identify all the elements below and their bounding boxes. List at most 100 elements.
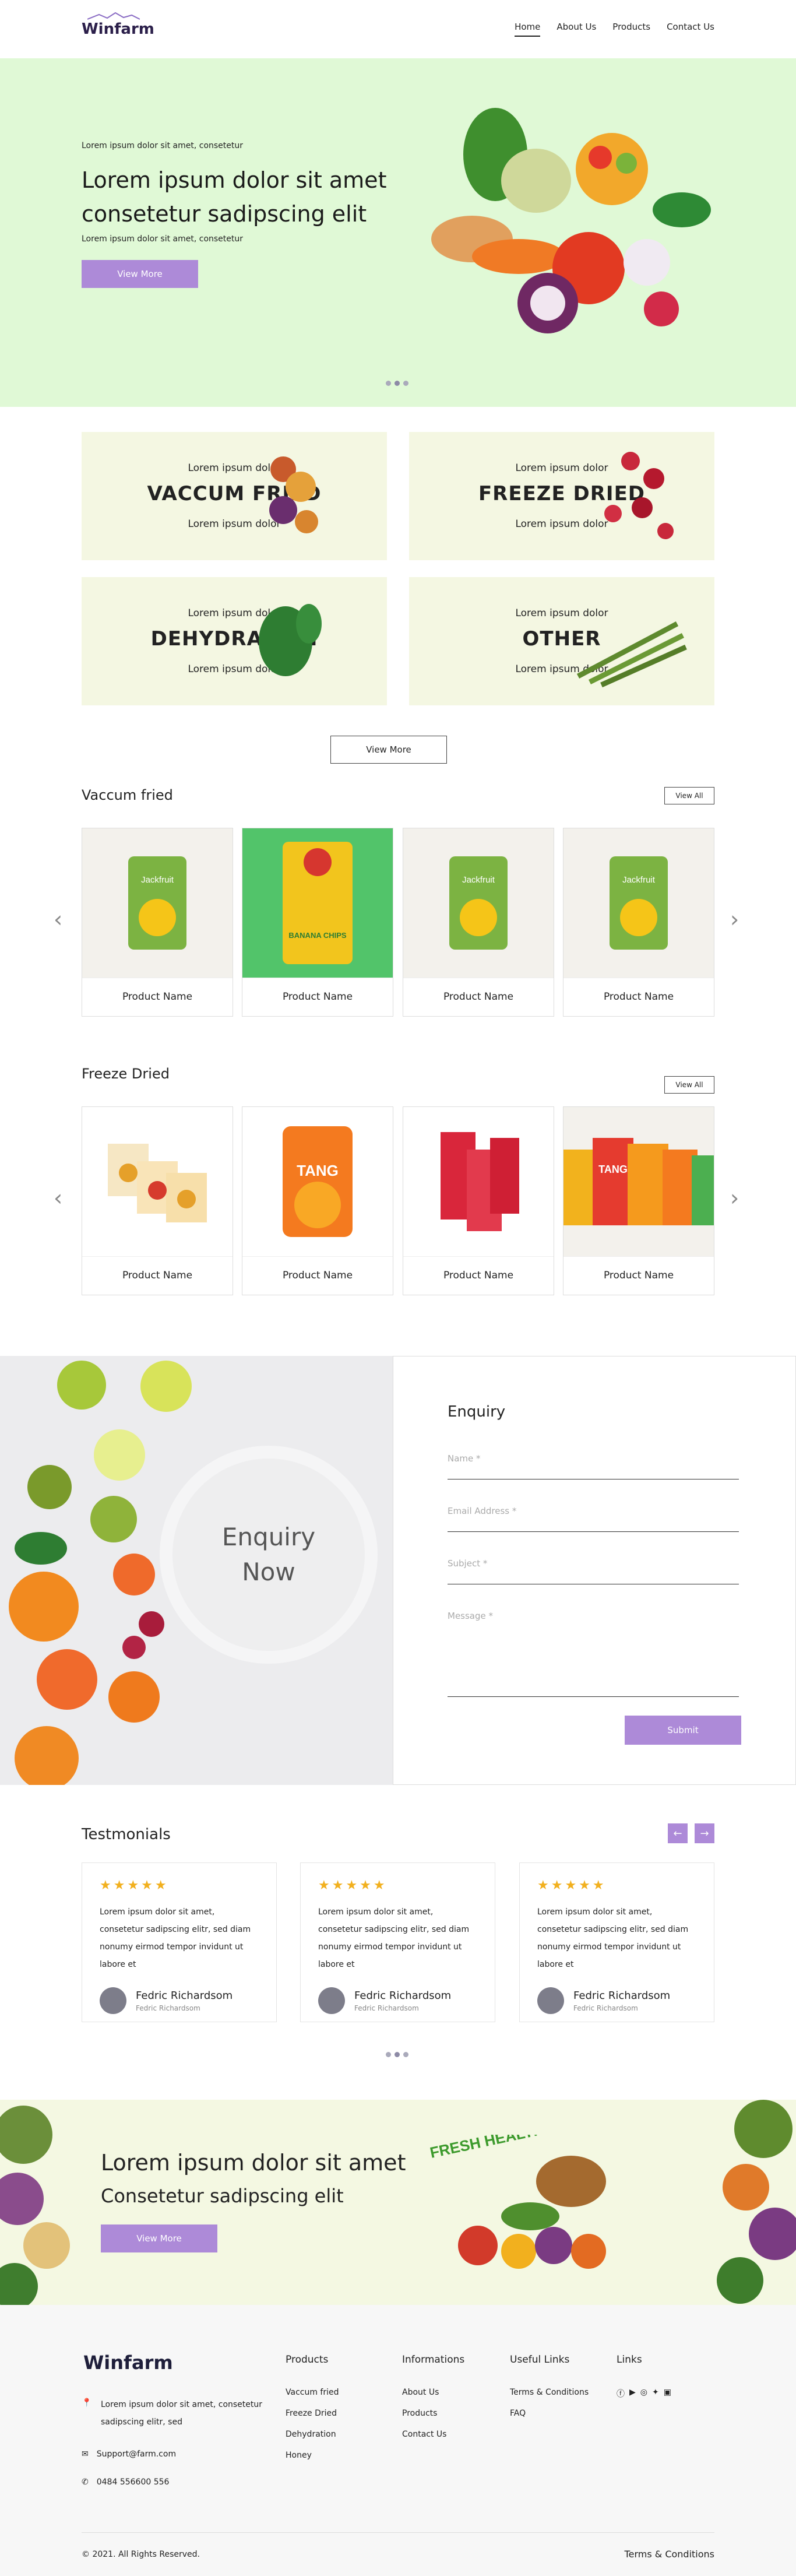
product-card[interactable]: Jackfruit Product Name	[82, 828, 233, 1017]
email-field[interactable]: Email Address *	[448, 1506, 739, 1532]
product-card[interactable]: BANANA CHIPS Product Name	[242, 828, 393, 1017]
category-vaccum-fried[interactable]: Lorem ipsum dolor VACCUM FRIED Lorem ips…	[82, 432, 387, 560]
left-vegetables-image	[0, 2106, 70, 2305]
nav-home[interactable]: Home	[515, 22, 541, 37]
testimonials-next-button[interactable]: →	[695, 1823, 714, 1843]
subject-field[interactable]: Subject *	[448, 1558, 739, 1584]
vegetables-image	[431, 108, 711, 333]
vaccum-prev-arrow-icon[interactable]: ‹	[54, 906, 62, 932]
top-nav: Winfarm Home About Us Products Contact U…	[0, 0, 796, 58]
testimonials-prev-button[interactable]: ←	[668, 1823, 688, 1843]
product-name: Product Name	[603, 1270, 674, 1281]
product-image	[403, 1107, 554, 1257]
category-dehydration[interactable]: Lorem ipsum dolor DEHYDRATION Lorem ipsu…	[82, 577, 387, 705]
asparagus-image	[576, 621, 687, 688]
product-card[interactable]: Jackfruit Product Name	[403, 828, 554, 1017]
footer-info-title: Informations	[402, 2354, 465, 2366]
vaccum-view-all-button[interactable]: View All	[664, 787, 714, 804]
social-links: ⓕ ▶ ◎ ✦ ▣	[617, 2388, 671, 2399]
testimonial-dot-2[interactable]	[395, 2052, 400, 2057]
logo-mountain-icon	[87, 12, 140, 20]
banner-view-more-button[interactable]: View More	[101, 2224, 217, 2252]
vaccum-next-arrow-icon[interactable]: ›	[730, 906, 739, 932]
footer-link-freeze[interactable]: Freeze Dried	[286, 2409, 339, 2418]
avatar	[100, 1987, 126, 2014]
footer-useful-column: Useful Links Terms & Conditions FAQ	[510, 2354, 589, 2430]
product-image: Jackfruit	[563, 828, 714, 978]
rating-stars: ★★★★★	[100, 1878, 169, 1893]
nav-about[interactable]: About Us	[557, 22, 596, 37]
avatar	[537, 1987, 564, 2014]
freeze-next-arrow-icon[interactable]: ›	[730, 1185, 739, 1211]
footer-email[interactable]: Support@farm.com	[97, 2450, 176, 2459]
reviewer-role: Fedric Richardsom	[573, 2004, 638, 2012]
hero-pretitle: Lorem ipsum dolor sit amet, consetetur	[82, 141, 244, 150]
reviewer-role: Fedric Richardsom	[136, 2004, 200, 2012]
hero-slider: Lorem ipsum dolor sit amet, consetetur L…	[0, 58, 796, 407]
site-logo[interactable]: Winfarm	[82, 12, 154, 38]
submit-button[interactable]: Submit	[625, 1716, 741, 1745]
footer-phone[interactable]: 0484 556600 556	[97, 2477, 170, 2487]
footer-link-products[interactable]: Products	[402, 2409, 464, 2418]
product-card[interactable]: Jackfruit Product Name	[563, 828, 714, 1017]
product-card[interactable]: Product Name	[82, 1106, 233, 1295]
youtube-icon[interactable]: ▶	[629, 2388, 636, 2399]
product-card[interactable]: TANG Product Name	[563, 1106, 714, 1295]
testimonial-text: Lorem ipsum dolor sit amet, consetetur s…	[100, 1907, 251, 1969]
pack-label: TANG	[297, 1162, 339, 1179]
vegetable-basket-image: FRESH HEALTHY VEGETABLES	[428, 2135, 629, 2269]
banner-badge-text: FRESH HEALTHY VEGETABLES	[428, 2135, 629, 2162]
product-name: Product Name	[603, 991, 674, 1003]
twitter-icon[interactable]: ✦	[652, 2388, 659, 2399]
testimonial-text: Lorem ipsum dolor sit amet, consetetur s…	[537, 1907, 689, 1969]
hero-dot-1[interactable]	[386, 381, 391, 386]
testimonial-card: ★★★★★ Lorem ipsum dolor sit amet, conset…	[82, 1862, 277, 2022]
footer-terms-link[interactable]: Terms & Conditions	[625, 2549, 714, 2560]
name-field[interactable]: Name *	[448, 1453, 739, 1479]
fruits-image: Enquiry Now	[0, 1356, 393, 1785]
footer-products-column: Products Vaccum fried Freeze Dried Dehyd…	[286, 2354, 339, 2472]
rating-stars: ★★★★★	[318, 1878, 388, 1893]
hero-view-more-button[interactable]: View More	[82, 260, 198, 288]
nav-products[interactable]: Products	[612, 22, 650, 37]
nav-contact[interactable]: Contact Us	[667, 22, 714, 37]
product-image: Jackfruit	[403, 828, 554, 978]
message-field[interactable]: Message *	[448, 1611, 739, 1697]
footer-link-contact[interactable]: Contact Us	[402, 2430, 464, 2439]
footer-link-terms[interactable]: Terms & Conditions	[510, 2388, 589, 2397]
freeze-view-all-button[interactable]: View All	[664, 1076, 714, 1094]
category-bottom-text: Lorem ipsum dolor	[188, 518, 281, 530]
facebook-icon[interactable]: ⓕ	[617, 2388, 625, 2399]
avatar	[318, 1987, 345, 2014]
hero-title: Lorem ipsum dolor sit amet consetetur sa…	[82, 167, 387, 227]
freeze-prev-arrow-icon[interactable]: ‹	[54, 1185, 62, 1211]
pack-label: TANG	[598, 1164, 628, 1175]
instagram-icon[interactable]: ◎	[640, 2388, 647, 2399]
footer-products-title: Products	[286, 2354, 329, 2366]
testimonial-dot-1[interactable]	[386, 2052, 391, 2057]
footer-logo[interactable]: Winfarm	[83, 2352, 173, 2374]
testimonials-title: Testmonials	[82, 1826, 171, 1843]
category-bottom-text: Lorem ipsum dolor	[188, 663, 281, 675]
footer-link-about[interactable]: About Us	[402, 2388, 464, 2397]
pack-label: Jackfruit	[622, 875, 656, 885]
product-card[interactable]: TANG Product Name	[242, 1106, 393, 1295]
product-card[interactable]: Product Name	[403, 1106, 554, 1295]
enquiry-badge-line1: Enquiry	[221, 1523, 316, 1551]
testimonial-dot-3[interactable]	[403, 2052, 408, 2057]
category-other[interactable]: Lorem ipsum dolor OTHER Lorem ipsum dolo…	[409, 577, 714, 705]
linkedin-icon[interactable]: ▣	[664, 2388, 671, 2399]
reviewer-name: Fedric Richardsom	[354, 1989, 452, 2002]
footer-link-dehydration[interactable]: Dehydration	[286, 2430, 339, 2439]
footer-link-honey[interactable]: Honey	[286, 2451, 339, 2460]
category-freeze-dried[interactable]: Lorem ipsum dolor FREEZE DRIED Lorem ips…	[409, 432, 714, 560]
site-footer: Winfarm 📍 Lorem ipsum dolor sit amet, co…	[0, 2305, 796, 2576]
footer-link-vaccum[interactable]: Vaccum fried	[286, 2388, 339, 2397]
testimonials-pagination	[386, 2052, 408, 2057]
promo-banner: Lorem ipsum dolor sit amet Consetetur sa…	[0, 2100, 796, 2305]
hero-dot-3[interactable]	[403, 381, 408, 386]
footer-info-column: Informations About Us Products Contact U…	[402, 2354, 464, 2451]
categories-view-more-button[interactable]: View More	[330, 736, 447, 764]
footer-link-faq[interactable]: FAQ	[510, 2409, 589, 2418]
hero-dot-2[interactable]	[395, 381, 400, 386]
